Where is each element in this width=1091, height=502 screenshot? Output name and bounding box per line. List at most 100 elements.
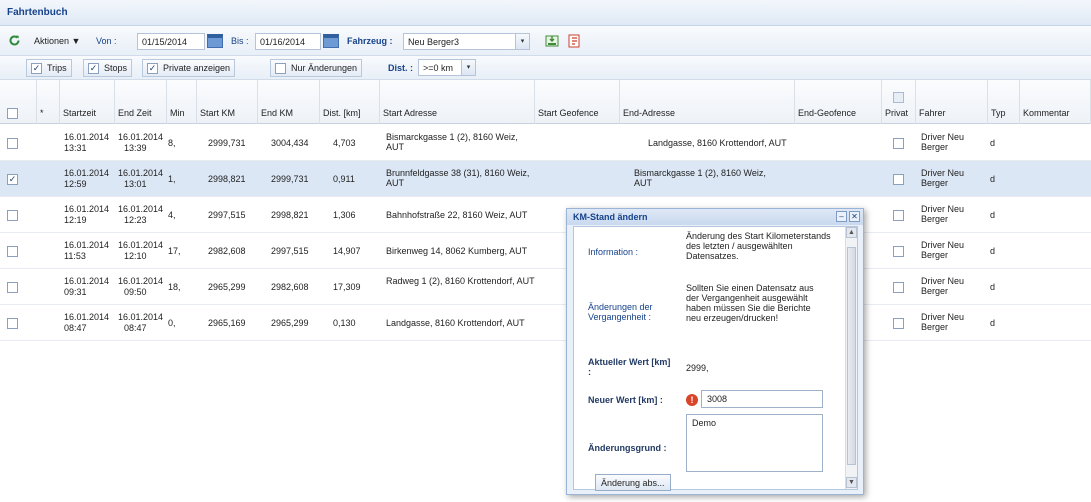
column-driver[interactable]: Fahrer — [916, 80, 988, 124]
row-private-checkbox[interactable] — [893, 246, 904, 257]
changes-checkbox[interactable] — [275, 63, 286, 74]
cell-distance: 0,130 — [333, 318, 356, 328]
minimize-icon[interactable]: – — [836, 211, 847, 222]
cell-minutes: 18, — [168, 282, 181, 292]
trips-checkbox[interactable]: ✓ — [31, 63, 42, 74]
dialog-title[interactable]: KM-Stand ändern — [567, 209, 863, 225]
row-private-checkbox[interactable] — [893, 138, 904, 149]
cell-start-km: 2997,515 — [208, 210, 246, 220]
cell-end-time: 12:23 — [124, 215, 147, 225]
distance-select[interactable]: >=0 km — [418, 59, 462, 76]
column-comment[interactable]: Kommentar — [1020, 80, 1091, 124]
excel-export-icon[interactable] — [545, 34, 559, 50]
info-text: Änderung des Start Kilometerstands des l… — [686, 231, 831, 261]
reason-label: Änderungsgrund : — [588, 443, 667, 453]
calendar-icon[interactable] — [207, 34, 223, 48]
private-header-checkbox[interactable] — [893, 92, 904, 103]
scrollbar-thumb[interactable] — [847, 247, 856, 465]
private-filter-toggle[interactable]: ✓ Private anzeigen — [142, 59, 236, 77]
reason-textarea[interactable]: Demo — [686, 414, 823, 472]
table-row[interactable]: ✓ 16.01.2014 12:59 16.01.2014 13:01 1, 2… — [0, 161, 1091, 197]
row-private-checkbox[interactable] — [893, 210, 904, 221]
cell-start-time: 12:19 — [64, 215, 87, 225]
row-checkbox[interactable] — [7, 282, 18, 293]
column-minutes[interactable]: Min — [167, 80, 197, 124]
cell-end-km: 2999,731 — [271, 174, 309, 184]
main-toolbar: Aktionen ▼ Von : 01/15/2014 01/15/2014 B… — [0, 26, 1091, 56]
table-row[interactable]: 16.01.2014 12:19 16.01.2014 12:23 4, 299… — [0, 197, 1091, 233]
column-end-time[interactable]: End Zeit — [115, 80, 167, 124]
cell-start-date: 16.01.2014 — [64, 240, 110, 250]
cell-start-date: 16.01.2014 — [64, 204, 110, 214]
cell-end-date: 16.01.2014 — [118, 132, 164, 142]
cell-end-km: 2998,821 — [271, 210, 309, 220]
cell-distance: 4,703 — [333, 138, 356, 148]
column-distance[interactable]: Dist. [km] — [320, 80, 380, 124]
table-row[interactable]: 16.01.2014 11:53 16.01.2014 12:10 17, 29… — [0, 233, 1091, 269]
select-all-column[interactable] — [0, 80, 37, 124]
column-private[interactable]: Privat — [882, 80, 916, 124]
table-row[interactable]: 16.01.2014 13:31 16.01.2014 13:39 8, 299… — [0, 125, 1091, 161]
stops-label: Stops — [104, 63, 128, 73]
dialog-scrollbar[interactable]: ▲ ▼ — [845, 227, 857, 489]
actions-menu[interactable]: Aktionen ▼ — [34, 36, 80, 46]
vehicle-dropdown-button[interactable]: ▾ — [515, 33, 530, 50]
column-start-geofence[interactable]: Start Geofence — [535, 80, 620, 124]
cell-minutes: 17, — [168, 246, 181, 256]
cell-start-address: Radweg 1 (2), 8160 Krottendorf, AUT — [386, 276, 535, 286]
new-value-input[interactable]: 3008 — [701, 390, 823, 408]
table-row[interactable]: 16.01.2014 09:31 16.01.2014 09:50 18, 29… — [0, 269, 1091, 305]
cell-minutes: 0, — [168, 318, 176, 328]
cell-distance: 1,306 — [333, 210, 356, 220]
cell-minutes: 4, — [168, 210, 176, 220]
grid-header: * Startzeit End Zeit Min Start KM End KM… — [0, 80, 1091, 124]
scroll-up-icon[interactable]: ▲ — [846, 227, 857, 238]
changes-label: Nur Änderungen — [291, 63, 358, 73]
to-label: Bis : — [231, 36, 249, 46]
private-checkbox[interactable]: ✓ — [147, 63, 158, 74]
column-type[interactable]: Typ — [988, 80, 1020, 124]
distance-dropdown-button[interactable]: ▾ — [461, 59, 476, 76]
cell-distance: 17,309 — [333, 282, 361, 292]
save-change-button[interactable]: Änderung abs... — [595, 474, 671, 491]
scroll-down-icon[interactable]: ▼ — [846, 477, 857, 488]
stops-filter-toggle[interactable]: ✓ Stops — [83, 59, 133, 77]
column-start-time[interactable]: Startzeit — [60, 80, 115, 124]
refresh-icon[interactable] — [8, 34, 21, 49]
row-private-checkbox[interactable] — [893, 318, 904, 329]
cell-driver: Driver Neu Berger — [921, 240, 965, 260]
changes-filter-toggle[interactable]: Nur Änderungen — [270, 59, 363, 77]
to-date-input[interactable]: 01/16/2014 — [255, 33, 321, 50]
row-private-checkbox[interactable] — [893, 282, 904, 293]
column-marker[interactable]: * — [37, 80, 60, 124]
from-date-input[interactable]: 01/15/2014 — [137, 33, 205, 50]
cell-start-km: 2982,608 — [208, 246, 246, 256]
vehicle-select[interactable]: Neu Berger3 — [403, 33, 516, 50]
column-start-address[interactable]: Start Adresse — [380, 80, 535, 124]
table-row[interactable]: 16.01.2014 08:47 16.01.2014 08:47 0, 296… — [0, 305, 1091, 341]
cell-type: d — [990, 210, 996, 220]
row-checkbox[interactable] — [7, 246, 18, 257]
row-checkbox[interactable] — [7, 318, 18, 329]
cell-start-time: 12:59 — [64, 179, 87, 189]
row-checkbox[interactable] — [7, 210, 18, 221]
column-end-km[interactable]: End KM — [258, 80, 320, 124]
row-checkbox[interactable]: ✓ — [7, 174, 18, 185]
cell-end-km: 3004,434 — [271, 138, 309, 148]
close-icon[interactable]: ✕ — [849, 211, 860, 222]
column-start-km[interactable]: Start KM — [197, 80, 258, 124]
history-text: Sollten Sie einen Datensatz aus der Verg… — [686, 283, 814, 323]
cell-start-km: 2965,169 — [208, 318, 246, 328]
cell-end-date: 16.01.2014 — [118, 204, 164, 214]
cell-start-address: Brunnfeldgasse 38 (31), 8160 Weiz, AUT — [386, 168, 530, 188]
cell-end-km: 2997,515 — [271, 246, 309, 256]
column-end-geofence[interactable]: End-Geofence — [795, 80, 882, 124]
row-private-checkbox[interactable] — [893, 174, 904, 185]
row-checkbox[interactable] — [7, 138, 18, 149]
column-end-address[interactable]: End-Adresse — [620, 80, 795, 124]
trips-filter-toggle[interactable]: ✓ Trips — [26, 59, 72, 77]
stops-checkbox[interactable]: ✓ — [88, 63, 99, 74]
pdf-export-icon[interactable] — [568, 34, 582, 50]
select-all-checkbox[interactable] — [7, 108, 18, 119]
calendar-icon[interactable] — [323, 34, 339, 48]
